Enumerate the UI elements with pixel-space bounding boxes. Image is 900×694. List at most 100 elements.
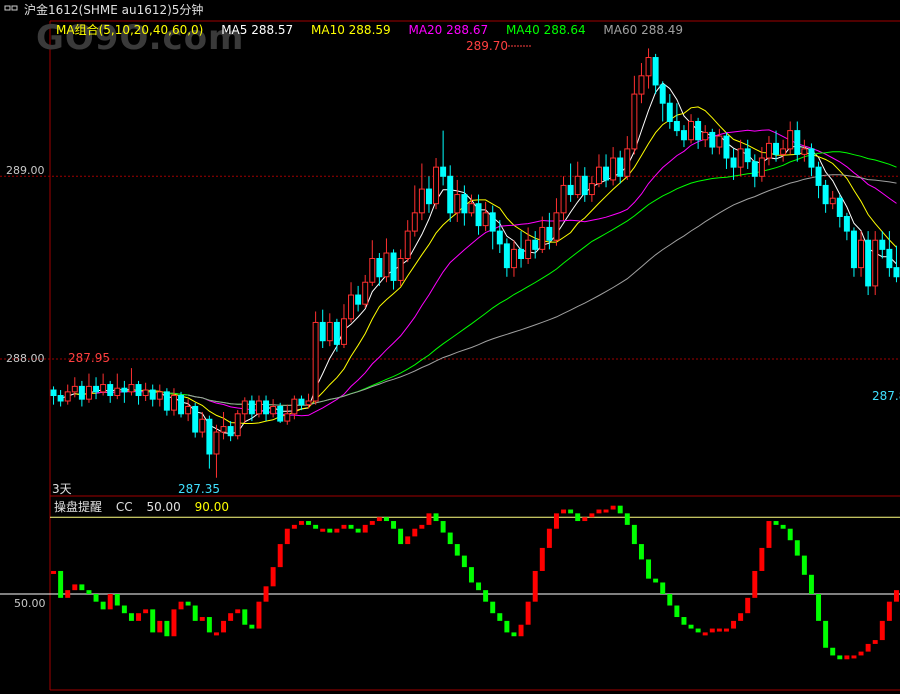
ma-group-label[interactable]: MA组合(5,10,20,40,60,0) bbox=[56, 23, 203, 37]
candle-body bbox=[355, 294, 362, 305]
osc-bar bbox=[723, 628, 729, 632]
candle-body bbox=[588, 183, 595, 196]
osc-bar bbox=[646, 559, 652, 579]
osc-bar bbox=[603, 509, 609, 513]
candle-body bbox=[624, 148, 631, 177]
candle-body bbox=[291, 398, 298, 415]
candle-body bbox=[773, 142, 780, 155]
candle-body bbox=[93, 385, 100, 393]
osc-bar bbox=[355, 528, 361, 533]
osc-bar bbox=[610, 505, 616, 510]
candle-body bbox=[744, 148, 751, 163]
osc-name[interactable]: 操盘提醒 bbox=[54, 500, 102, 514]
candle-body bbox=[617, 157, 624, 177]
candle-body bbox=[383, 252, 390, 278]
candle-body bbox=[170, 395, 177, 411]
osc-bar bbox=[702, 632, 708, 636]
osc-bar bbox=[582, 517, 588, 522]
candle-body bbox=[808, 148, 815, 168]
osc-bar bbox=[150, 609, 156, 633]
candle-body bbox=[879, 239, 886, 250]
candle-body bbox=[758, 157, 765, 177]
candle-body bbox=[893, 267, 900, 278]
candle-body bbox=[496, 230, 503, 245]
candle-body bbox=[433, 166, 440, 205]
osc-bar bbox=[709, 628, 715, 633]
osc-bar bbox=[631, 524, 637, 545]
osc-bar bbox=[440, 521, 446, 533]
candle-body bbox=[737, 148, 744, 168]
osc-bar bbox=[65, 590, 71, 598]
osc-bar bbox=[893, 590, 899, 602]
candle-body bbox=[362, 281, 369, 305]
osc-bar bbox=[405, 536, 411, 545]
osc-bar bbox=[412, 528, 418, 537]
osc-bar bbox=[504, 620, 510, 633]
candle-body bbox=[425, 188, 432, 205]
osc-bar bbox=[58, 570, 64, 598]
candle-body bbox=[801, 148, 808, 155]
candle-body bbox=[178, 395, 185, 415]
osc-bar bbox=[773, 521, 779, 525]
osc-bar bbox=[518, 624, 524, 637]
osc-bar bbox=[398, 528, 404, 545]
candle-body bbox=[865, 239, 872, 287]
osc-bar bbox=[270, 567, 276, 587]
candle-body bbox=[312, 321, 319, 402]
osc-bar bbox=[277, 544, 283, 568]
candle-body bbox=[163, 391, 170, 411]
osc-bar bbox=[164, 620, 170, 637]
osc-bar bbox=[143, 609, 149, 614]
candle-body bbox=[270, 405, 277, 415]
osc-bar bbox=[171, 609, 177, 637]
osc-bar bbox=[483, 590, 489, 602]
candle-body bbox=[794, 130, 801, 155]
osc-bar bbox=[107, 594, 113, 610]
price-chart bbox=[0, 20, 900, 691]
osc-bar bbox=[454, 544, 460, 556]
candle-body bbox=[305, 400, 312, 406]
candle-body bbox=[376, 258, 383, 278]
osc-axis-50: 50.00 bbox=[14, 597, 46, 610]
osc-bar bbox=[752, 570, 758, 598]
candle-body bbox=[567, 184, 574, 196]
candle-body bbox=[695, 120, 702, 141]
ma40-line bbox=[145, 151, 897, 406]
osc-bar bbox=[199, 617, 205, 621]
osc-bar bbox=[327, 528, 333, 533]
candle-body bbox=[135, 384, 142, 397]
candle-body bbox=[872, 239, 879, 287]
osc-bar bbox=[213, 632, 219, 636]
candle-body bbox=[454, 194, 461, 214]
ma5-line bbox=[60, 82, 897, 435]
osc-bar bbox=[426, 513, 432, 525]
candle-body bbox=[213, 431, 220, 455]
candle-body bbox=[78, 385, 85, 400]
candle-body bbox=[843, 215, 850, 232]
osc-bar bbox=[837, 655, 843, 660]
candle-body bbox=[64, 391, 71, 402]
osc-cc-label: CC bbox=[115, 500, 133, 514]
osc-bar bbox=[476, 582, 482, 591]
ma5-label: MA5 288.57 bbox=[221, 23, 294, 37]
osc-bar bbox=[532, 570, 538, 602]
osc-bar bbox=[128, 613, 134, 621]
candle-body bbox=[390, 252, 397, 281]
candle-body bbox=[319, 321, 326, 342]
candle-body bbox=[461, 194, 468, 214]
osc-bar bbox=[93, 594, 99, 602]
candle-body bbox=[192, 405, 199, 433]
osc-bar bbox=[461, 555, 467, 568]
candle-body bbox=[277, 405, 284, 422]
candle-body bbox=[574, 175, 581, 196]
osc-bar bbox=[341, 524, 347, 529]
candle-body bbox=[248, 400, 255, 415]
candle-body bbox=[220, 426, 227, 433]
candle-body bbox=[525, 239, 532, 260]
candle-body bbox=[652, 57, 659, 86]
window-menu-icon[interactable] bbox=[4, 2, 18, 16]
osc-bar bbox=[780, 524, 786, 529]
osc-bar bbox=[121, 605, 127, 614]
candle-body bbox=[50, 389, 57, 397]
y-tick-288: 288.00 bbox=[6, 352, 45, 365]
